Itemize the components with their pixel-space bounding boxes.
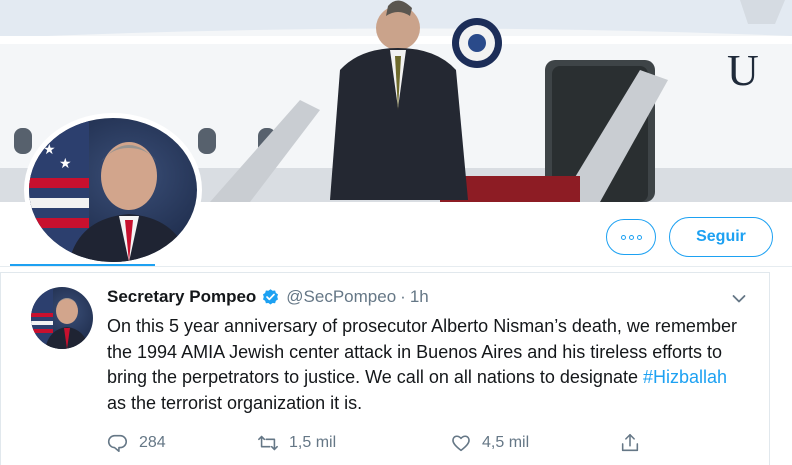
heart-icon (452, 435, 470, 452)
retweet-button[interactable]: 1,5 mil (257, 432, 336, 454)
tweet-actions: 284 1,5 mil 4,5 mil (107, 432, 667, 460)
tweet-header: Secretary Pompeo @SecPompeo · 1h (107, 285, 429, 309)
svg-text:★: ★ (43, 142, 56, 158)
retweet-icon (258, 435, 278, 451)
chevron-down-icon[interactable] (731, 291, 747, 307)
like-button[interactable]: 4,5 mil (450, 432, 529, 454)
more-dots-icon (620, 234, 626, 240)
retweet-count: 1,5 mil (289, 434, 337, 451)
avatar-photo: ★ ★ (29, 118, 197, 262)
like-count: 4,5 mil (482, 434, 530, 451)
follow-button[interactable]: Seguir (669, 217, 773, 257)
share-icon (621, 433, 639, 452)
handle[interactable]: @SecPompeo (286, 287, 396, 307)
reply-button[interactable]: 284 (107, 432, 166, 454)
profile-avatar[interactable]: ★ ★ (24, 113, 202, 267)
reply-icon (107, 434, 128, 453)
svg-text:★: ★ (59, 156, 72, 172)
timestamp[interactable]: 1h (410, 287, 429, 307)
section-divider (0, 266, 792, 267)
svg-text:U: U (727, 46, 759, 95)
more-options-button[interactable] (606, 219, 656, 255)
share-button[interactable] (619, 432, 651, 454)
hashtag-link[interactable]: #Hizballah (643, 367, 727, 387)
display-name[interactable]: Secretary Pompeo (107, 287, 256, 307)
tweet-text-end: as the terrorist organization it is. (107, 392, 363, 413)
tweet-avatar[interactable] (31, 287, 93, 349)
separator-dot: · (400, 287, 406, 306)
reply-count: 284 (139, 434, 166, 451)
tweet-text: On this 5 year anniversary of prosecutor… (107, 314, 747, 416)
verified-badge-icon (263, 288, 279, 305)
